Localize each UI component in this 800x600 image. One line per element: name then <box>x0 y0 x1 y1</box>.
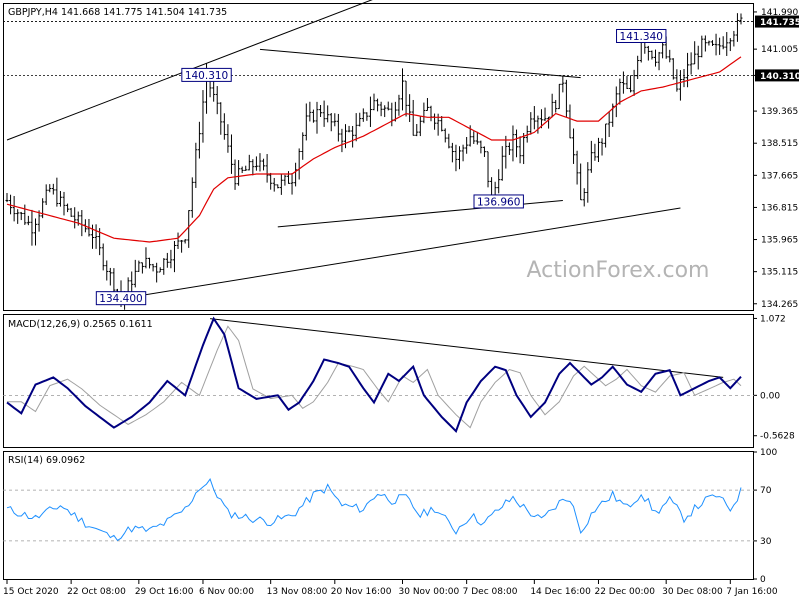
rsi-tick-label: 30 <box>760 537 772 547</box>
time-tick-label: 22 Oct 08:00 <box>67 587 126 597</box>
time-tick-label: 30 Nov 00:00 <box>399 587 460 597</box>
price-tick-label: 135.965 <box>761 236 798 246</box>
level-price-tag: 140.310 <box>760 72 800 82</box>
current-price-tag: 141.735 <box>760 18 800 28</box>
time-tick-label: 20 Nov 16:00 <box>331 587 392 597</box>
price-tick-label: 136.815 <box>761 203 798 213</box>
price-tick-label: 139.365 <box>761 107 798 117</box>
price-panel-title: GBPJPY,H4 141.668 141.775 141.504 141.73… <box>8 7 227 18</box>
price-annotation-label: 134.400 <box>99 293 142 305</box>
watermark-text: ActionForex.com <box>527 258 710 283</box>
price-annotation-label: 140.310 <box>185 70 228 82</box>
time-tick-label: 30 Dec 08:00 <box>662 587 723 597</box>
time-tick-label: 15 Oct 2020 <box>3 587 59 597</box>
price-tick-label: 141.005 <box>761 45 798 55</box>
time-tick-label: 22 Dec 00:00 <box>594 587 655 597</box>
price-annotation-label: 136.960 <box>477 196 520 208</box>
macd-tick-label: 1.072 <box>760 314 786 324</box>
rsi-panel-title: RSI(14) 69.0962 <box>8 455 85 466</box>
time-tick-label: 29 Oct 16:00 <box>135 587 194 597</box>
time-tick-label: 13 Nov 08:00 <box>267 587 328 597</box>
macd-panel-title: MACD(12,26,9) 0.2565 0.1611 <box>8 319 153 330</box>
rsi-tick-label: 100 <box>760 448 777 458</box>
price-tick-label: 135.115 <box>761 268 798 278</box>
macd-tick-label: -0.5628 <box>760 432 795 442</box>
macd-tick-label: 0.00 <box>760 391 780 401</box>
time-tick-label: 14 Dec 16:00 <box>530 587 591 597</box>
price-tick-label: 137.665 <box>761 171 798 181</box>
time-tick-label: 7 Dec 08:00 <box>463 587 518 597</box>
time-tick-label: 6 Nov 00:00 <box>199 587 254 597</box>
price-annotation-label: 141.340 <box>620 31 663 43</box>
rsi-tick-label: 0 <box>760 575 766 585</box>
rsi-tick-label: 70 <box>760 486 772 496</box>
price-tick-label: 134.265 <box>761 300 798 310</box>
time-tick-label: 7 Jan 16:00 <box>726 587 778 597</box>
price-tick-label: 138.515 <box>761 139 798 149</box>
forex-chart: ActionForex.com 140.310 134.400 136.960 141… <box>0 0 800 600</box>
